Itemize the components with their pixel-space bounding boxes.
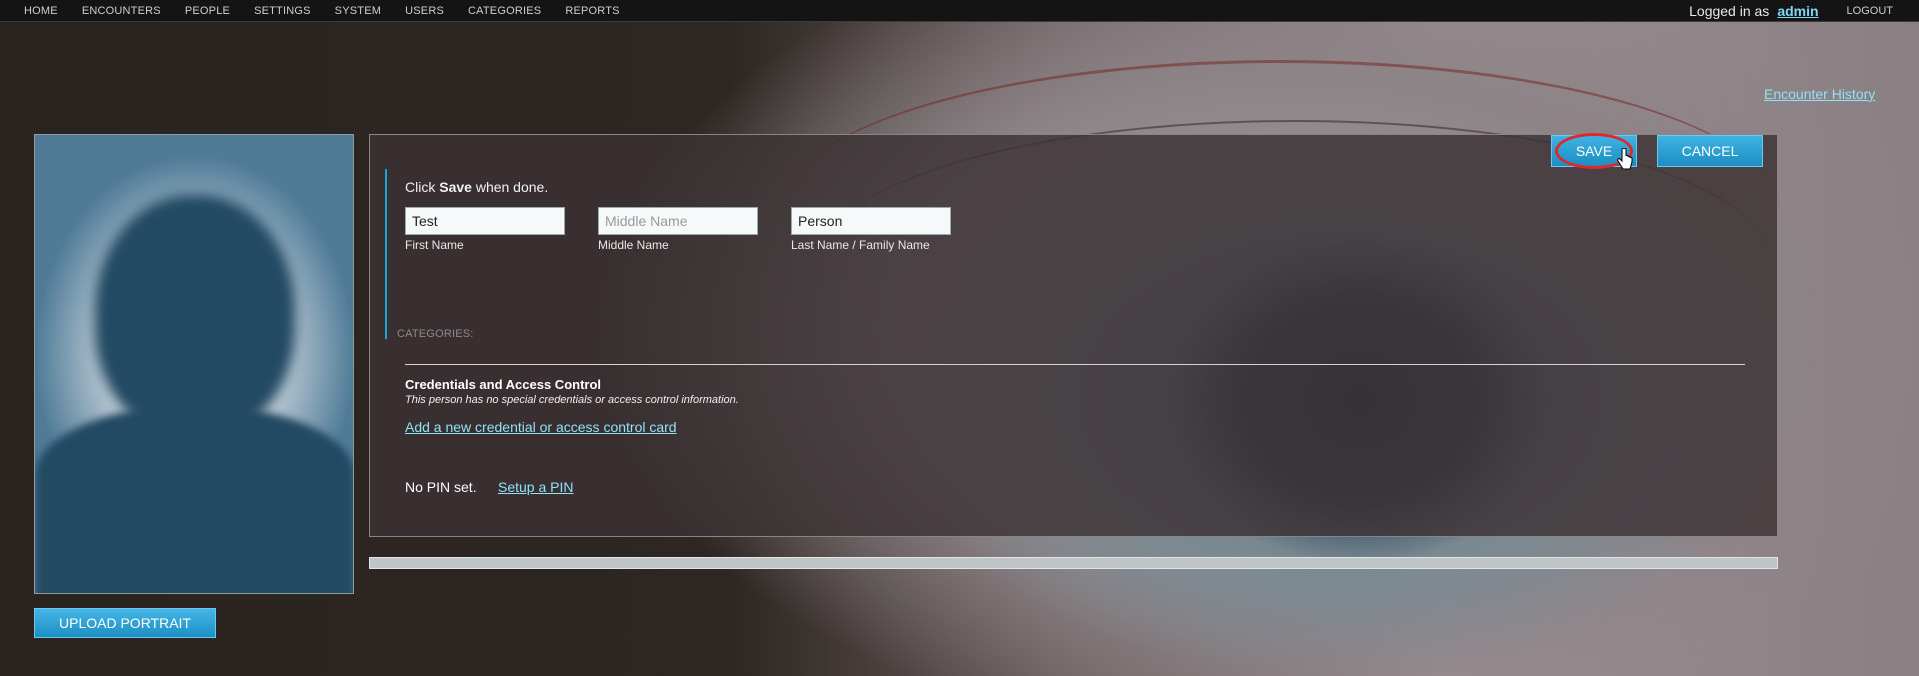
- nav-reports[interactable]: REPORTS: [565, 5, 619, 17]
- nav-system[interactable]: SYSTEM: [335, 5, 381, 17]
- silhouette-head: [95, 195, 295, 435]
- upload-portrait-button[interactable]: UPLOAD PORTRAIT: [34, 608, 216, 638]
- first-name-input[interactable]: [405, 207, 565, 235]
- cancel-button[interactable]: CANCEL: [1657, 135, 1763, 167]
- nav-users[interactable]: USERS: [405, 5, 444, 17]
- logged-in-label: Logged in as: [1689, 2, 1770, 19]
- accent-bar: [385, 169, 387, 339]
- logout-link[interactable]: LOGOUT: [1847, 5, 1893, 17]
- progress-bar: [369, 557, 1778, 569]
- nav-encounters[interactable]: ENCOUNTERS: [82, 5, 161, 17]
- add-credential-link[interactable]: Add a new credential or access control c…: [405, 419, 677, 435]
- middle-name-input[interactable]: [598, 207, 758, 235]
- hand-cursor-icon: [1617, 148, 1633, 170]
- first-name-label: First Name: [405, 238, 464, 252]
- credentials-title: Credentials and Access Control: [405, 377, 602, 392]
- top-nav-bar: HOME ENCOUNTERS PEOPLE SETTINGS SYSTEM U…: [0, 0, 1919, 22]
- nav-categories[interactable]: CATEGORIES: [468, 5, 541, 17]
- last-name-group: Last Name / Family Name: [791, 207, 951, 252]
- nav-home[interactable]: HOME: [24, 5, 58, 17]
- user-area: Logged in as admin LOGOUT: [1689, 3, 1919, 19]
- nav-people[interactable]: PEOPLE: [185, 5, 230, 17]
- nav-settings[interactable]: SETTINGS: [254, 5, 311, 17]
- encounter-history-link[interactable]: Encounter History: [1764, 86, 1875, 102]
- categories-label: CATEGORIES:: [397, 328, 474, 340]
- person-edit-panel: Click Save when done. First Name Middle …: [369, 134, 1778, 537]
- instructions-prefix: Click: [405, 179, 440, 195]
- instructions-bold: Save: [439, 179, 472, 195]
- pin-status: No PIN set.: [405, 479, 477, 495]
- credentials-description: This person has no special credentials o…: [405, 394, 739, 406]
- silhouette-shoulders: [35, 405, 353, 593]
- portrait-placeholder: [34, 134, 354, 594]
- last-name-input[interactable]: [791, 207, 951, 235]
- middle-name-label: Middle Name: [598, 238, 669, 252]
- instructions-suffix: when done.: [471, 179, 549, 195]
- username-link[interactable]: admin: [1777, 3, 1818, 19]
- middle-name-group: Middle Name: [598, 207, 758, 252]
- progress-fill: [370, 558, 1777, 568]
- section-divider: [405, 364, 1745, 365]
- first-name-group: First Name: [405, 207, 565, 252]
- last-name-label: Last Name / Family Name: [791, 238, 930, 252]
- instructions-text: Click Save when done.: [405, 179, 548, 195]
- setup-pin-link[interactable]: Setup a PIN: [498, 479, 574, 495]
